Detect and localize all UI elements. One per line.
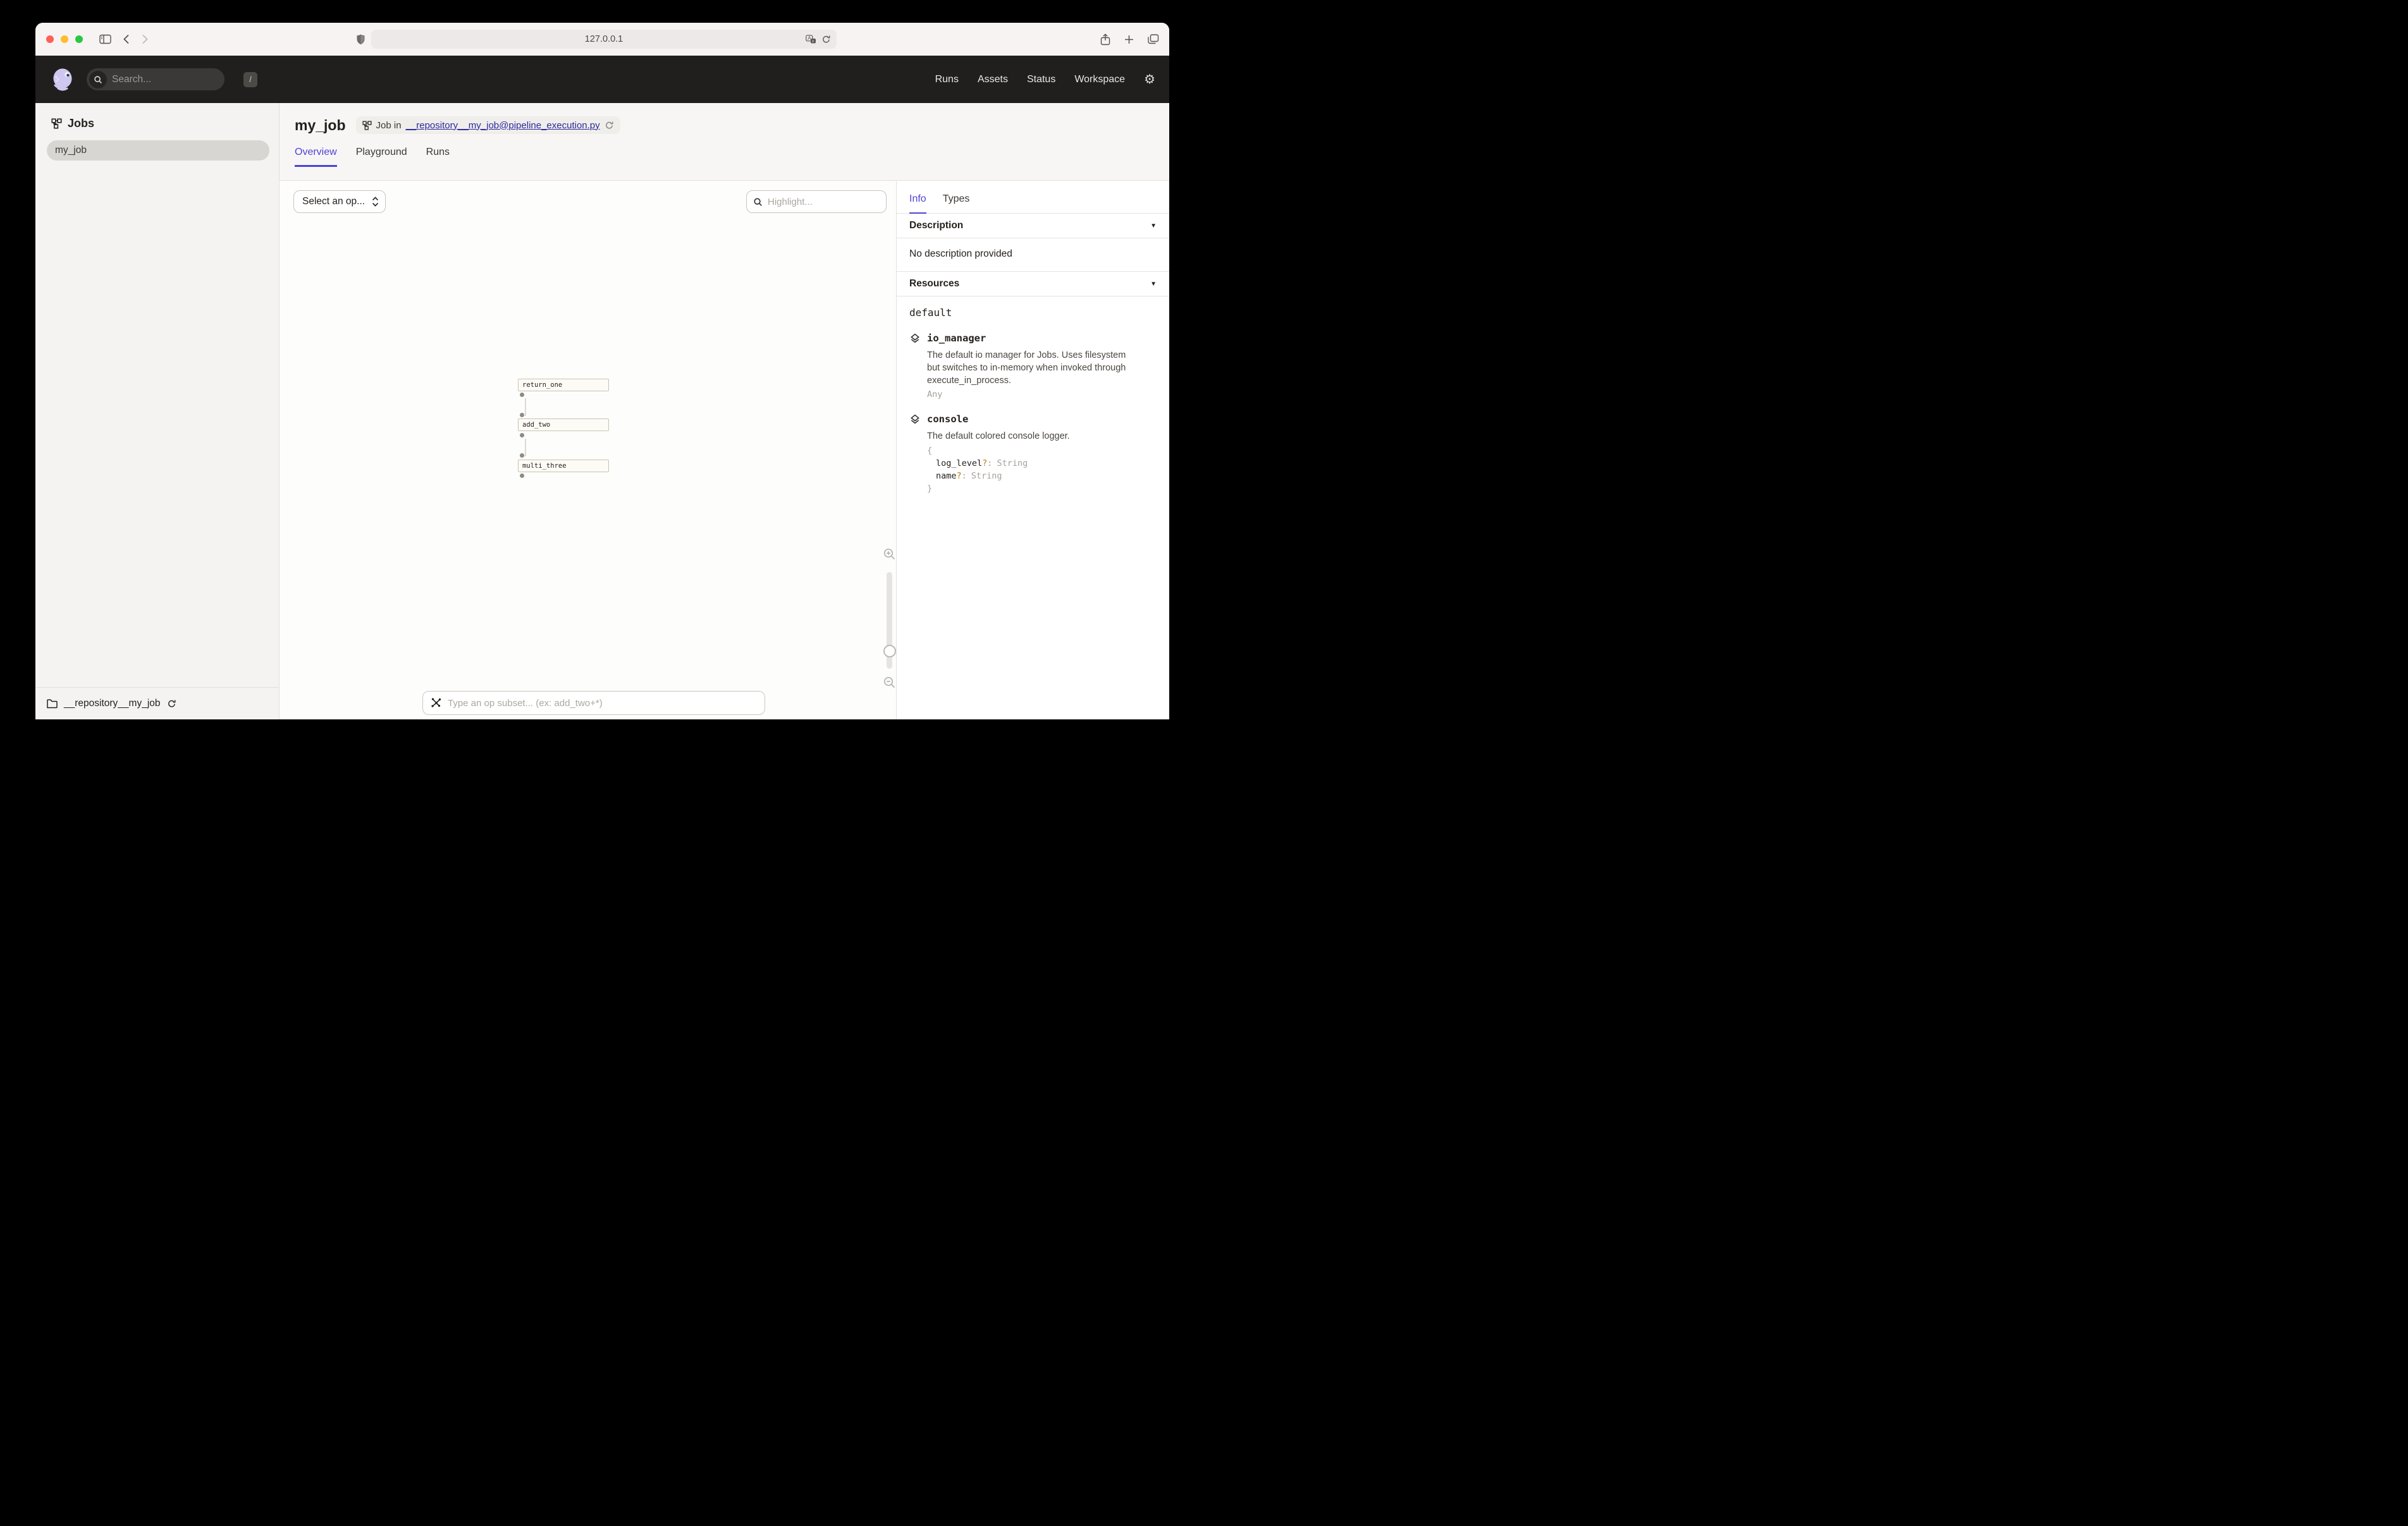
resource-group-name: default xyxy=(909,307,1155,319)
url-text: 127.0.0.1 xyxy=(371,34,837,44)
tab-playground[interactable]: Playground xyxy=(356,147,407,166)
repository-footer: __repository__my_job xyxy=(35,687,279,719)
search-shortcut-key: / xyxy=(243,72,257,87)
browser-toolbar: 127.0.0.1 Ax xyxy=(35,23,1169,56)
config-open-brace: { xyxy=(927,444,1070,457)
section-title: Description xyxy=(909,220,963,231)
zoom-out-icon[interactable] xyxy=(883,676,896,689)
op-node-multi-three[interactable]: multi_three xyxy=(518,460,609,472)
page-header: my_job Job in __repository__my_job@pipel… xyxy=(280,103,1169,181)
description-section-header[interactable]: Description ▼ xyxy=(897,214,1169,238)
resource-io-manager: io_manager The default io manager for Jo… xyxy=(909,333,1155,400)
job-origin-badge: Job in __repository__my_job@pipeline_exe… xyxy=(356,116,620,134)
description-body: No description provided xyxy=(897,238,1169,272)
reload-icon[interactable] xyxy=(821,35,831,44)
section-title: Resources xyxy=(909,278,959,290)
input-port xyxy=(520,413,524,417)
resource-type: Any xyxy=(927,389,1129,400)
tab-overview-icon[interactable] xyxy=(1148,34,1159,44)
edge-line xyxy=(525,439,526,456)
edge-line xyxy=(525,398,526,416)
top-nav: Runs Assets Status Workspace ⚙ xyxy=(935,73,1155,86)
sidebar-toggle-icon[interactable] xyxy=(99,34,111,44)
output-port xyxy=(520,473,524,478)
nav-runs[interactable]: Runs xyxy=(935,74,959,85)
resource-description: The default io manager for Jobs. Uses fi… xyxy=(927,349,1129,387)
config-field: name?:String xyxy=(927,470,1070,482)
back-button[interactable] xyxy=(123,34,130,44)
browser-window: 127.0.0.1 Ax xyxy=(35,23,1169,719)
nav-workspace[interactable]: Workspace xyxy=(1074,74,1125,85)
op-selector-dropdown[interactable]: Select an op... xyxy=(293,190,386,213)
highlight-search[interactable] xyxy=(746,190,887,213)
sidebar-title: Jobs xyxy=(68,117,94,130)
resource-icon xyxy=(909,414,921,495)
tab-overview[interactable]: Overview xyxy=(295,147,337,166)
op-selector-label: Select an op... xyxy=(302,196,365,207)
op-graph-icon xyxy=(431,697,442,709)
reload-repository-icon[interactable] xyxy=(605,121,614,130)
breadcrumb-link[interactable]: __repository__my_job@pipeline_execution.… xyxy=(406,120,600,131)
chevron-updown-icon xyxy=(372,197,379,207)
output-port xyxy=(520,433,524,437)
workflow-icon xyxy=(51,118,62,129)
info-panel-tabs: Info Types xyxy=(897,181,1169,214)
op-subset-input[interactable] xyxy=(448,698,757,709)
op-graph-canvas[interactable]: Select an op... return_one xyxy=(280,181,897,719)
privacy-shield-icon[interactable] xyxy=(357,34,365,45)
nav-assets[interactable]: Assets xyxy=(978,74,1008,85)
tab-info[interactable]: Info xyxy=(909,193,926,213)
traffic-lights xyxy=(46,35,83,43)
resources-body: default io_manager The default io manage… xyxy=(897,296,1169,506)
repository-name: __repository__my_job xyxy=(64,698,161,709)
workflow-icon xyxy=(362,121,372,130)
resource-name: io_manager xyxy=(927,333,1129,344)
app-header: / Runs Assets Status Workspace ⚙ xyxy=(35,56,1169,103)
job-tabs: Overview Playground Runs xyxy=(295,147,1169,166)
nav-status[interactable]: Status xyxy=(1027,74,1055,85)
info-panel: Info Types Description ▼ No description … xyxy=(897,181,1169,719)
resource-icon xyxy=(909,333,921,400)
op-node-return-one[interactable]: return_one xyxy=(518,379,609,391)
resource-console: console The default colored console logg… xyxy=(909,413,1155,495)
minimize-window-button[interactable] xyxy=(61,35,68,43)
resource-description: The default colored console logger. xyxy=(927,430,1070,443)
forward-button[interactable] xyxy=(142,34,148,44)
zoom-slider-thumb[interactable] xyxy=(883,645,896,657)
address-bar[interactable]: 127.0.0.1 Ax xyxy=(371,30,837,49)
config-close-brace: } xyxy=(927,482,1070,495)
breadcrumb-prefix: Job in xyxy=(376,120,402,131)
dagster-logo[interactable] xyxy=(51,67,76,92)
search-icon xyxy=(753,197,763,207)
page-title: my_job xyxy=(295,117,346,134)
input-port xyxy=(520,453,524,458)
new-tab-icon[interactable] xyxy=(1124,35,1134,44)
highlight-input[interactable] xyxy=(768,197,894,207)
zoom-window-button[interactable] xyxy=(75,35,83,43)
resource-name: console xyxy=(927,413,1070,425)
op-subset-filter[interactable] xyxy=(422,691,765,715)
resources-section-header[interactable]: Resources ▼ xyxy=(897,272,1169,296)
collapse-caret-icon: ▼ xyxy=(1150,281,1157,288)
translate-icon[interactable]: Ax xyxy=(806,35,816,44)
settings-gear-icon[interactable]: ⚙ xyxy=(1144,73,1155,86)
op-node-add-two[interactable]: add_two xyxy=(518,418,609,431)
close-window-button[interactable] xyxy=(46,35,54,43)
share-icon[interactable] xyxy=(1100,34,1110,46)
repository-refresh-icon[interactable] xyxy=(167,699,176,709)
jobs-sidebar: Jobs my_job __repository__my_job xyxy=(35,103,280,719)
search-input[interactable] xyxy=(107,74,243,85)
tab-runs[interactable]: Runs xyxy=(426,147,450,166)
tab-types[interactable]: Types xyxy=(943,193,970,213)
config-schema-block: { log_level?:String name?:String } xyxy=(927,444,1070,495)
search-icon xyxy=(89,71,107,89)
collapse-caret-icon: ▼ xyxy=(1150,223,1157,229)
folder-icon xyxy=(47,699,58,709)
output-port xyxy=(520,393,524,397)
sidebar-item-my-job[interactable]: my_job xyxy=(47,140,269,161)
global-search[interactable]: / xyxy=(87,68,224,90)
config-field: log_level?:String xyxy=(927,457,1070,470)
zoom-in-icon[interactable] xyxy=(883,547,896,561)
